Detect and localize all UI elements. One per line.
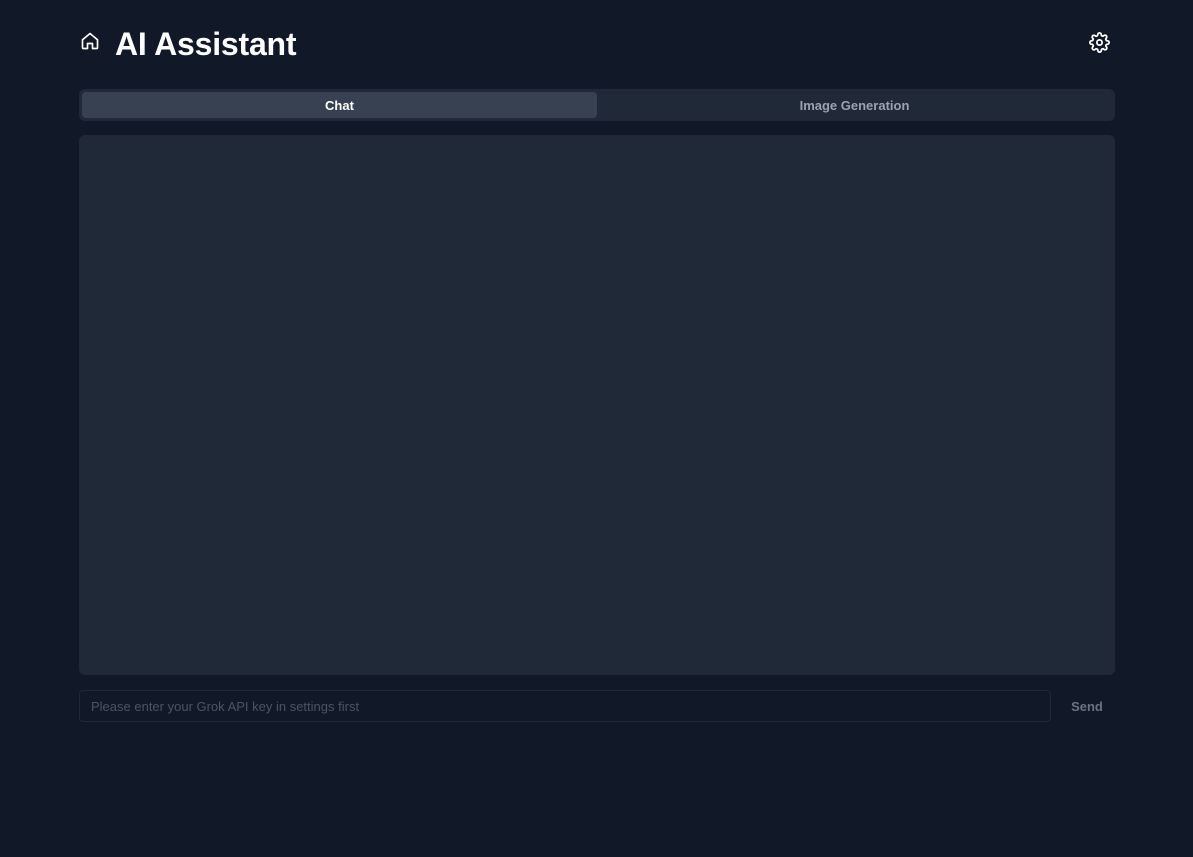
chat-message-area (79, 135, 1115, 675)
message-input[interactable] (79, 690, 1051, 722)
header: AI Assistant (79, 22, 1115, 66)
home-icon (81, 32, 99, 50)
send-button[interactable]: Send (1059, 690, 1115, 722)
home-button[interactable] (79, 30, 101, 52)
settings-button[interactable] (1087, 30, 1111, 54)
gear-icon (1088, 31, 1110, 53)
tab-image-generation[interactable]: Image Generation (597, 92, 1112, 118)
tab-chat[interactable]: Chat (82, 92, 597, 118)
tab-bar: Chat Image Generation (79, 89, 1115, 121)
page-title: AI Assistant (115, 26, 297, 62)
app-root: AI Assistant Chat Image Generation Send (79, 0, 1115, 857)
composer: Send (79, 690, 1115, 722)
